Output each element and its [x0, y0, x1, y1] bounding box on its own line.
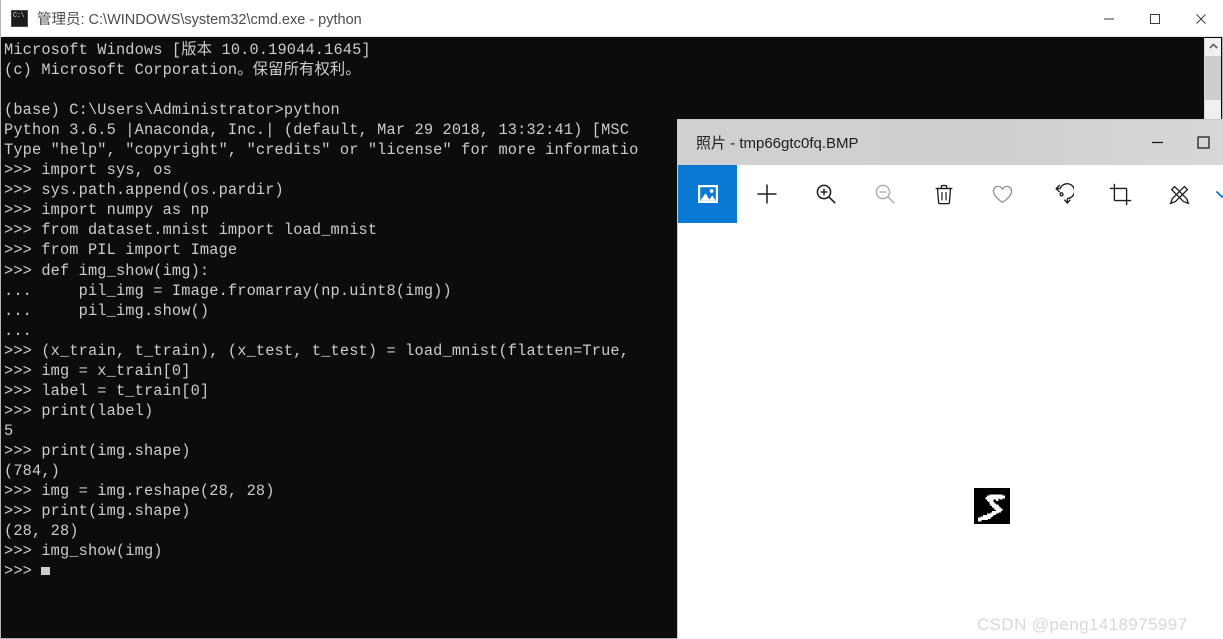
console-line: (c) Microsoft Corporation。保留所有权利。: [4, 61, 361, 80]
cmd-titlebar[interactable]: 管理员: C:\WINDOWS\system32\cmd.exe - pytho…: [1, 0, 1223, 37]
watermark-text: CSDN @peng1418975997: [977, 615, 1188, 634]
console-line: Microsoft Windows [版本 10.0.19044.1645]: [4, 41, 371, 59]
zoom-out-icon[interactable]: [855, 165, 914, 223]
crop-icon[interactable]: [1091, 165, 1150, 223]
photo-collection-icon[interactable]: [678, 165, 737, 223]
photo-viewport[interactable]: [678, 223, 1223, 639]
photos-window-controls: [1134, 120, 1223, 165]
scrollbar-up-arrow-icon[interactable]: [1205, 38, 1221, 55]
cmd-close-button[interactable]: [1178, 0, 1223, 37]
cmd-window-controls: [1086, 0, 1223, 37]
zoom-in-icon[interactable]: [796, 165, 855, 223]
console-line: (base) C:\Users\Administrator>python: [4, 101, 340, 120]
cmd-icon: [11, 9, 28, 27]
photos-toolbar: [678, 165, 1223, 223]
cmd-window-title: 管理员: C:\WINDOWS\system32\cmd.exe - pytho…: [37, 11, 362, 28]
delete-icon[interactable]: [914, 165, 973, 223]
chevron-down-icon[interactable]: [1209, 165, 1223, 223]
photos-minimize-button[interactable]: [1134, 120, 1180, 165]
scrollbar-thumb[interactable]: [1205, 56, 1221, 100]
photos-titlebar[interactable]: 照片 - tmp66gtc0fq.BMP: [678, 120, 1223, 165]
add-icon[interactable]: [737, 165, 796, 223]
mnist-digit-5: [974, 488, 1010, 524]
photos-window: 照片 - tmp66gtc0fq.BMP CSDN @peng141897599…: [678, 120, 1223, 639]
photos-maximize-button[interactable]: [1180, 120, 1223, 165]
favorite-icon[interactable]: [973, 165, 1032, 223]
photos-window-title: 照片 - tmp66gtc0fq.BMP: [696, 135, 859, 152]
edit-icon[interactable]: [1150, 165, 1209, 223]
rotate-icon[interactable]: [1032, 165, 1091, 223]
cmd-minimize-button[interactable]: [1086, 0, 1132, 37]
cmd-maximize-button[interactable]: [1132, 0, 1178, 37]
console-cursor: [41, 567, 50, 576]
screen: 管理员: C:\WINDOWS\system32\cmd.exe - pytho…: [0, 0, 1223, 639]
